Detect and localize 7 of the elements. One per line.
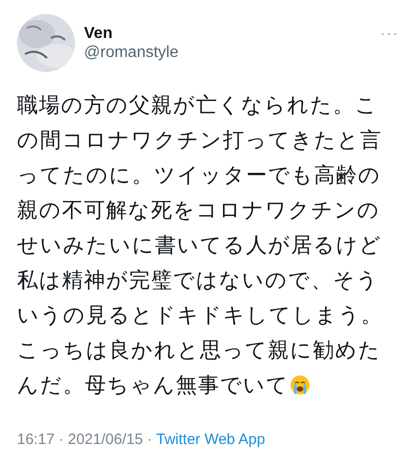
user-name[interactable]: Ven bbox=[84, 24, 112, 42]
timestamp: 16:17 · 2021/06/15 · bbox=[17, 431, 152, 448]
more-icon[interactable] bbox=[381, 32, 397, 36]
user-handle[interactable]: @romanstyle bbox=[84, 44, 178, 62]
crying-face-icon bbox=[290, 375, 310, 395]
source-link[interactable]: Twitter Web App bbox=[156, 431, 266, 448]
tweet-text: 職場の方の父親が亡くなられた。この間コロナワクチン打ってきたと言ってたのに。ツイッターでも高齢の親の不可解な死をコロナワクチンのせいみたいに書いてる人が居るけど私は精神が完璧ではないので、そういうの見るとドキドキしてしまう。こっちは良かれと思って親に勧めたんだ。母ちゃん無事でいて bbox=[17, 93, 384, 399]
